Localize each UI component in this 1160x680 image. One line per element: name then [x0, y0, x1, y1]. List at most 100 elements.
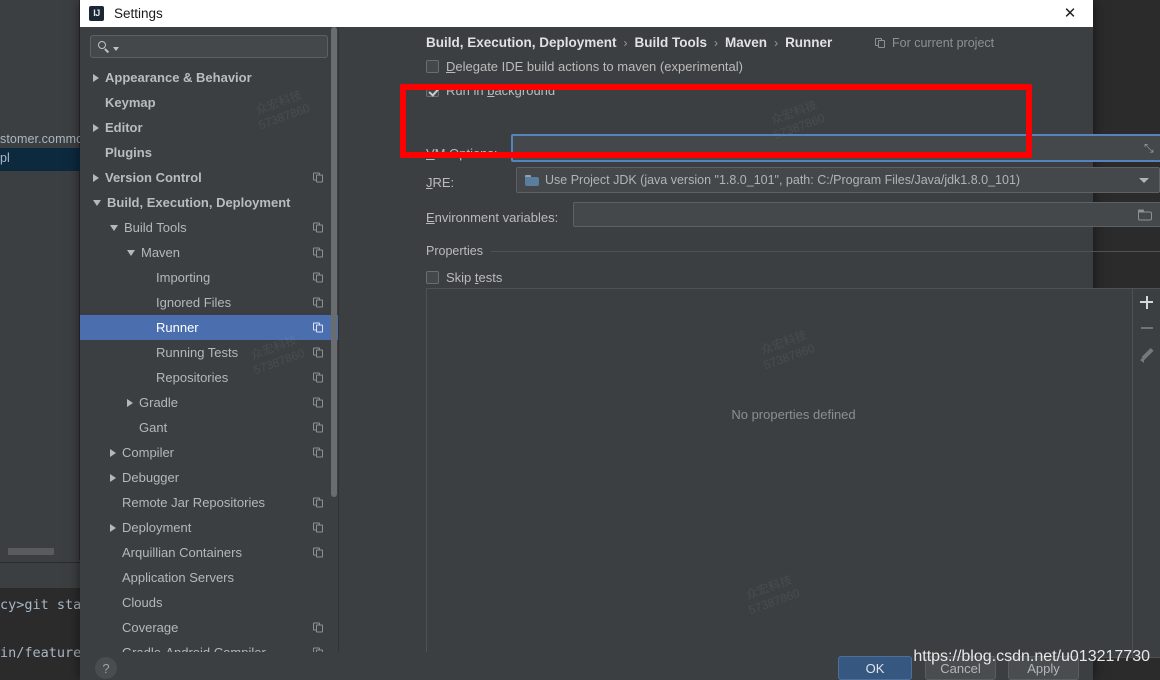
- expand-icon[interactable]: ⤡: [1144, 142, 1156, 154]
- sidebar-item-build-tools[interactable]: Build Tools: [80, 215, 338, 240]
- pencil-icon: [1139, 347, 1154, 363]
- chevron-right-icon[interactable]: [93, 123, 99, 132]
- chevron-down-icon[interactable]: [127, 249, 135, 256]
- sidebar-item-compiler[interactable]: Compiler: [80, 440, 338, 465]
- vm-options-input[interactable]: ⤡: [511, 134, 1160, 162]
- close-icon[interactable]: ✕: [1047, 0, 1093, 27]
- sidebar-item-keymap[interactable]: Keymap: [80, 90, 338, 115]
- environment-variables-input[interactable]: [573, 202, 1160, 227]
- sidebar-item-repositories[interactable]: Repositories: [80, 365, 338, 390]
- sidebar-item-label: Importing: [156, 270, 211, 285]
- chevron-right-icon[interactable]: [93, 73, 99, 82]
- search-input[interactable]: [123, 39, 320, 54]
- sidebar-item-label: Keymap: [105, 95, 156, 110]
- chevron-right-icon[interactable]: [110, 448, 116, 457]
- terminal-line-2: in/feature: [0, 645, 82, 661]
- jre-dropdown[interactable]: Use Project JDK (java version "1.8.0_101…: [516, 167, 1160, 193]
- sidebar-scrollbar-thumb[interactable]: [331, 27, 337, 497]
- edit-property-button[interactable]: [1133, 341, 1160, 367]
- ide-terminal-panel: cy>git sta in/feature: [0, 588, 82, 680]
- folder-icon[interactable]: [1138, 209, 1152, 220]
- sidebar-item-clouds[interactable]: Clouds: [80, 590, 338, 615]
- breadcrumb-segment: Build, Execution, Deployment: [426, 35, 617, 50]
- sidebar-item-label: Arquillian Containers: [122, 545, 242, 560]
- sidebar-item-debugger[interactable]: Debugger: [80, 465, 338, 490]
- skip-tests-checkbox[interactable]: [426, 271, 439, 284]
- sidebar-item-editor[interactable]: Editor: [80, 115, 338, 140]
- sidebar-item-arquillian-containers[interactable]: Arquillian Containers: [80, 540, 338, 565]
- ok-button[interactable]: OK: [838, 656, 912, 680]
- jre-label: JRE:: [426, 175, 455, 190]
- for-current-project-label: For current project: [892, 36, 995, 50]
- copy-settings-icon: [313, 547, 324, 558]
- remove-property-button[interactable]: [1133, 315, 1160, 341]
- ide-project-file-label: stomer.commo: [0, 132, 84, 146]
- screen-root: stomer.commo pl cy>git sta in/feature IJ…: [0, 0, 1160, 680]
- sidebar-item-deployment[interactable]: Deployment: [80, 515, 338, 540]
- copy-settings-icon: [313, 222, 324, 233]
- sidebar-item-application-servers[interactable]: Application Servers: [80, 565, 338, 590]
- sidebar-item-maven[interactable]: Maven: [80, 240, 338, 265]
- add-property-button[interactable]: [1133, 289, 1160, 315]
- copy-settings-icon: [313, 522, 324, 533]
- chevron-down-icon[interactable]: [113, 46, 119, 51]
- sidebar-item-label: Build, Execution, Deployment: [107, 195, 291, 210]
- chevron-right-icon[interactable]: [110, 473, 116, 482]
- settings-tree[interactable]: Appearance & Behavior Keymap Editor Plugins…: [80, 65, 338, 652]
- chevron-right-icon[interactable]: [127, 398, 133, 407]
- intellij-logo-text: IJ: [93, 8, 100, 18]
- copy-settings-icon: [875, 37, 886, 49]
- sidebar-item-runner[interactable]: Runner: [80, 315, 338, 340]
- breadcrumb-separator: ›: [714, 35, 719, 50]
- delegate-ide-build-checkbox-row[interactable]: Delegate IDE build actions to maven (exp…: [426, 59, 743, 74]
- sidebar-scrollbar[interactable]: [331, 27, 337, 614]
- search-container: [80, 27, 338, 58]
- sidebar-item-label: Coverage: [122, 620, 179, 635]
- run-in-background-checkbox-row[interactable]: Run in background: [426, 83, 555, 98]
- copy-settings-icon: [313, 622, 324, 633]
- sidebar-item-plugins[interactable]: Plugins: [80, 140, 338, 165]
- sidebar-item-build-execution-deployment[interactable]: Build, Execution, Deployment: [80, 190, 338, 215]
- breadcrumb-segment: Runner: [785, 35, 833, 50]
- sidebar-item-ignored-files[interactable]: Ignored Files: [80, 290, 338, 315]
- dialog-title: Settings: [114, 6, 163, 21]
- sidebar-item-importing[interactable]: Importing: [80, 265, 338, 290]
- jre-selected-value: Use Project JDK (java version "1.8.0_101…: [545, 173, 1021, 187]
- sidebar-item-gradle[interactable]: Gradle: [80, 390, 338, 415]
- ide-tool-window-bar: [0, 563, 80, 588]
- delegate-ide-build-checkbox[interactable]: [426, 60, 439, 73]
- sidebar-item-appearance-behavior[interactable]: Appearance & Behavior: [80, 65, 338, 90]
- sidebar-item-remote-jar-repositories[interactable]: Remote Jar Repositories: [80, 490, 338, 515]
- skip-tests-checkbox-row[interactable]: Skip tests: [426, 270, 502, 285]
- chevron-right-icon[interactable]: [93, 173, 99, 182]
- copy-settings-icon: [313, 497, 324, 508]
- sidebar-item-label: Gradle: [139, 395, 179, 410]
- sidebar-item-label: Version Control: [105, 170, 202, 185]
- properties-group-separator: [487, 251, 1160, 252]
- sidebar-item-label: Runner: [156, 320, 199, 335]
- copy-settings-icon: [313, 172, 324, 183]
- sidebar-item-label: Running Tests: [156, 345, 239, 360]
- chevron-down-icon[interactable]: [93, 199, 101, 206]
- properties-table[interactable]: No properties defined: [426, 288, 1160, 658]
- copy-settings-icon: [313, 447, 324, 458]
- sidebar-item-gant[interactable]: Gant: [80, 415, 338, 440]
- sidebar-item-gradle-android-compiler[interactable]: Gradle-Android Compiler: [80, 640, 338, 652]
- environment-variables-label: Environment variables:: [426, 210, 559, 225]
- run-in-background-checkbox[interactable]: [426, 84, 439, 97]
- chevron-down-icon[interactable]: [110, 224, 118, 231]
- sidebar-item-running-tests[interactable]: Running Tests: [80, 340, 338, 365]
- sidebar-item-label: Compiler: [122, 445, 175, 460]
- sidebar-item-label: Maven: [141, 245, 181, 260]
- terminal-line-1: cy>git sta: [0, 597, 82, 613]
- ide-horizontal-scrollbar[interactable]: [8, 548, 54, 555]
- sidebar-item-version-control[interactable]: Version Control: [80, 165, 338, 190]
- chevron-down-icon[interactable]: [1139, 178, 1149, 183]
- sidebar-item-label: Ignored Files: [156, 295, 232, 310]
- search-box[interactable]: [90, 35, 328, 58]
- sidebar-item-label: Editor: [105, 120, 143, 135]
- chevron-right-icon[interactable]: [110, 523, 116, 532]
- help-button[interactable]: ?: [95, 657, 117, 679]
- ide-selected-row[interactable]: [0, 148, 80, 171]
- sidebar-item-coverage[interactable]: Coverage: [80, 615, 338, 640]
